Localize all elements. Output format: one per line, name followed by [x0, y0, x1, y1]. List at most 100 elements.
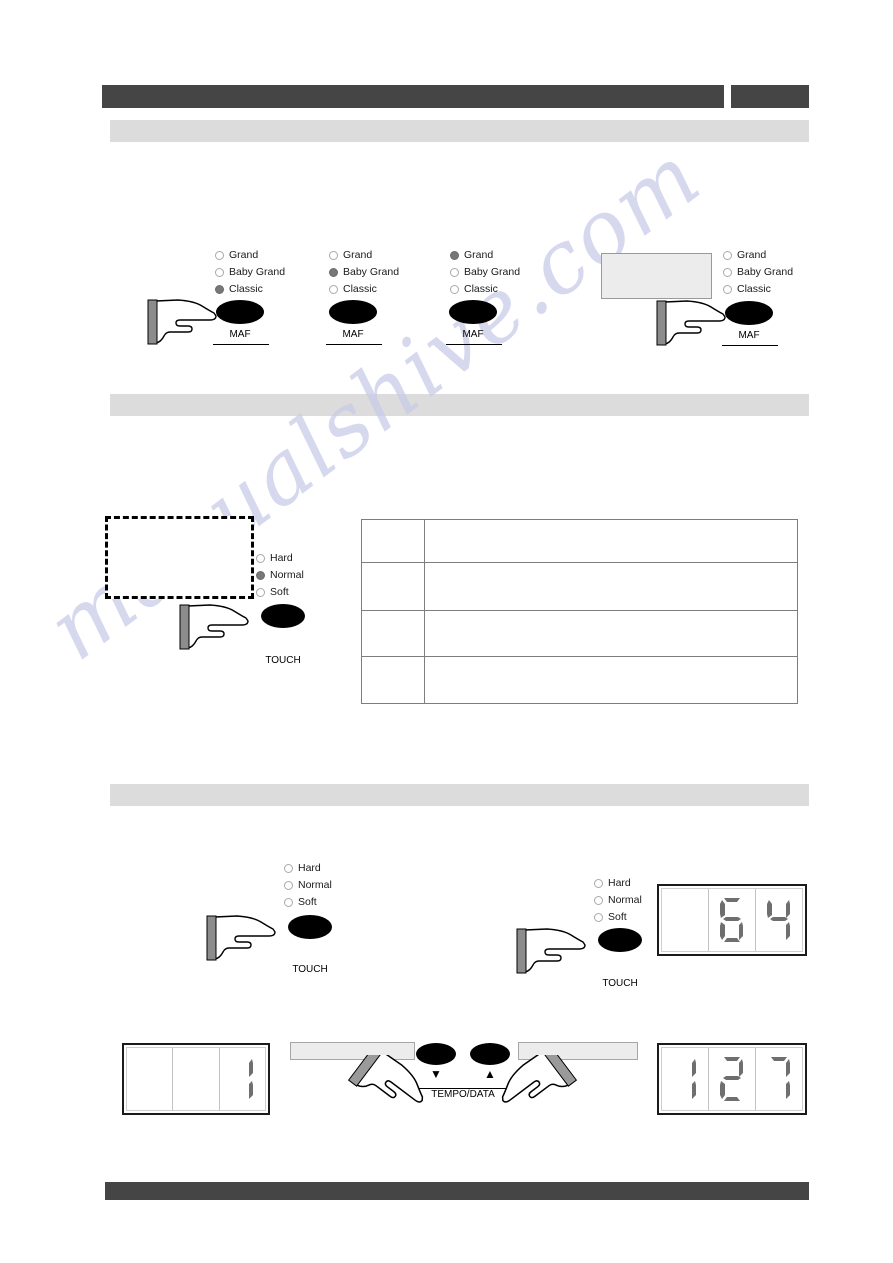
radio-option-grand-3[interactable]: Grand	[450, 247, 520, 263]
maf-button-3-underline	[446, 344, 502, 345]
pointing-hand-icon-2	[656, 300, 726, 346]
radio-dot-icon[interactable]	[723, 267, 732, 277]
radio-dot-selected-icon[interactable]	[329, 267, 338, 277]
radio-dot-icon[interactable]	[284, 863, 293, 873]
header-right-tab	[731, 85, 809, 108]
radio-label: Classic	[229, 283, 263, 295]
radio-option-classic-4[interactable]: Classic	[723, 281, 793, 297]
radio-option-classic-2[interactable]: Classic	[329, 281, 399, 297]
radio-label: Classic	[464, 283, 498, 295]
radio-label: Baby Grand	[229, 266, 286, 278]
radio-dot-icon[interactable]	[594, 895, 603, 905]
section-heading-1	[110, 120, 809, 142]
radio-dot-icon[interactable]	[256, 587, 265, 597]
radio-option-normal-1[interactable]: Normal	[256, 567, 304, 583]
maf-button-2-label: MAF	[342, 329, 364, 340]
radio-option-grand-2[interactable]: Grand	[329, 247, 399, 263]
radio-group-maf-2[interactable]: Grand Baby Grand Classic	[329, 247, 399, 298]
seven-segment-digit-7-icon	[771, 1057, 790, 1099]
table-cell-setting	[361, 562, 425, 611]
radio-dot-icon[interactable]	[594, 912, 603, 922]
radio-dot-icon[interactable]	[284, 897, 293, 907]
touch-button-1[interactable]	[261, 604, 305, 628]
radio-group-touch-3[interactable]: Hard Normal Soft	[594, 875, 642, 926]
radio-dot-icon[interactable]	[215, 250, 224, 260]
seg-digit-cell	[662, 1048, 709, 1110]
radio-option-hard-1[interactable]: Hard	[256, 550, 304, 566]
radio-label: Grand	[229, 249, 259, 261]
radio-label: Grand	[464, 249, 494, 261]
radio-dot-icon[interactable]	[256, 553, 265, 563]
radio-label: Baby Grand	[464, 266, 521, 278]
radio-option-normal-2[interactable]: Normal	[284, 877, 332, 893]
table-cell-description	[424, 519, 798, 563]
touch-button-1-label: TOUCH	[265, 655, 301, 666]
radio-dot-selected-icon[interactable]	[256, 570, 265, 580]
section-heading-3	[110, 784, 809, 806]
radio-option-soft-3[interactable]: Soft	[594, 909, 642, 925]
seven-segment-digit-1-icon	[692, 1059, 696, 1099]
maf-button-3-label: MAF	[462, 329, 484, 340]
table-row	[361, 610, 798, 657]
radio-group-maf-3[interactable]: Grand Baby Grand Classic	[450, 247, 520, 298]
radio-label: Soft	[270, 586, 289, 598]
radio-option-grand-1[interactable]: Grand	[215, 247, 285, 263]
radio-group-maf-1[interactable]: Grand Baby Grand Classic	[215, 247, 285, 298]
maf-button-2[interactable]	[329, 300, 377, 324]
seg-digit-cell	[173, 1048, 220, 1110]
seg-digit-cell	[709, 1048, 756, 1110]
radio-dot-selected-icon[interactable]	[215, 284, 224, 294]
radio-option-baby-grand-2[interactable]: Baby Grand	[329, 264, 399, 280]
radio-label: Grand	[737, 249, 767, 261]
radio-dot-icon[interactable]	[215, 267, 224, 277]
radio-dot-icon[interactable]	[723, 284, 732, 294]
seg-digit-cell	[662, 889, 709, 951]
radio-label: Soft	[608, 911, 627, 923]
table-row	[361, 562, 798, 611]
table-cell-setting	[361, 656, 425, 704]
table-cell-description	[424, 656, 798, 704]
radio-label: Grand	[343, 249, 373, 261]
radio-option-baby-grand-1[interactable]: Baby Grand	[215, 264, 285, 280]
radio-option-soft-2[interactable]: Soft	[284, 894, 332, 910]
radio-label: Classic	[343, 283, 377, 295]
radio-option-normal-3[interactable]: Normal	[594, 892, 642, 908]
radio-dot-selected-icon[interactable]	[450, 250, 459, 260]
radio-option-baby-grand-4[interactable]: Baby Grand	[723, 264, 793, 280]
table-row	[361, 519, 798, 563]
section-heading-2	[110, 394, 809, 416]
radio-option-classic-3[interactable]: Classic	[450, 281, 520, 297]
pointing-hand-icon-7	[501, 1055, 578, 1103]
radio-dot-icon[interactable]	[723, 250, 732, 260]
radio-option-classic-1[interactable]: Classic	[215, 281, 285, 297]
radio-option-soft-1[interactable]: Soft	[256, 584, 304, 600]
radio-dot-icon[interactable]	[450, 284, 459, 294]
pointing-hand-icon-5	[516, 928, 586, 974]
lcd-display-maf	[601, 253, 712, 299]
radio-group-touch-1[interactable]: Hard Normal Soft	[256, 550, 304, 601]
radio-label: Soft	[298, 896, 317, 908]
radio-option-hard-2[interactable]: Hard	[284, 860, 332, 876]
radio-option-grand-4[interactable]: Grand	[723, 247, 793, 263]
radio-group-maf-4[interactable]: Grand Baby Grand Classic	[723, 247, 793, 298]
seven-segment-digit-6-icon	[720, 898, 743, 942]
touch-button-2-label: TOUCH	[292, 964, 328, 975]
radio-option-hard-3[interactable]: Hard	[594, 875, 642, 891]
radio-option-baby-grand-3[interactable]: Baby Grand	[450, 264, 520, 280]
chevron-down-icon: ▼	[430, 1067, 442, 1081]
table-cell-description	[424, 610, 798, 657]
radio-dot-icon[interactable]	[329, 284, 338, 294]
touch-button-2[interactable]	[288, 915, 332, 939]
maf-button-3[interactable]	[449, 300, 497, 324]
seg-display-left-value	[122, 1043, 270, 1115]
radio-dot-icon[interactable]	[450, 267, 459, 277]
radio-dot-icon[interactable]	[594, 878, 603, 888]
radio-dot-icon[interactable]	[284, 880, 293, 890]
header-bar	[102, 85, 724, 108]
radio-label: Normal	[270, 569, 304, 581]
seven-segment-digit-blank-icon	[135, 1055, 165, 1103]
radio-group-touch-2[interactable]: Hard Normal Soft	[284, 860, 332, 911]
touch-button-3[interactable]	[598, 928, 642, 952]
radio-dot-icon[interactable]	[329, 250, 338, 260]
seg-display-touch-value	[657, 884, 807, 956]
